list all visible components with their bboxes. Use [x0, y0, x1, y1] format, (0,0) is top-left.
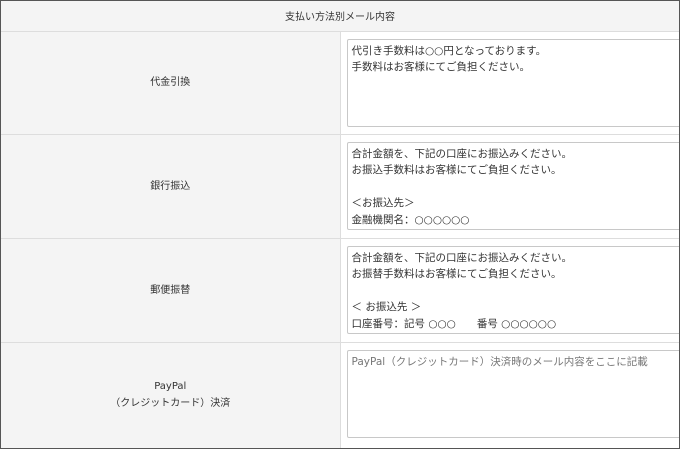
table-row-cash-on-delivery: 代金引換 [1, 31, 679, 135]
row-label-postal-transfer: 郵便振替 [1, 238, 341, 343]
mail-textarea-bank-transfer[interactable] [346, 141, 679, 230]
payment-mail-settings-panel: 支払い方法別メール内容 代金引換 銀行振込 郵便振替 [0, 0, 680, 449]
mail-textarea-cash-on-delivery[interactable] [346, 38, 679, 127]
row-label-paypal-line2: （クレジットカード）決済 [110, 398, 231, 409]
row-cell-paypal [340, 342, 679, 448]
row-cell-bank-transfer [340, 134, 679, 239]
mail-textarea-postal-transfer[interactable] [346, 245, 679, 334]
table-row-bank-transfer: 銀行振込 [1, 134, 679, 239]
payment-mail-table: 支払い方法別メール内容 代金引換 銀行振込 郵便振替 [1, 1, 679, 448]
row-cell-cash-on-delivery [340, 31, 679, 135]
row-cell-postal-transfer [340, 238, 679, 343]
row-label-cash-on-delivery: 代金引換 [1, 31, 341, 135]
table-row-paypal: PayPal （クレジットカード）決済 [1, 342, 679, 448]
row-label-paypal: PayPal （クレジットカード）決済 [1, 342, 341, 448]
table-header-title: 支払い方法別メール内容 [1, 1, 679, 32]
table-row-postal-transfer: 郵便振替 [1, 238, 679, 343]
row-label-paypal-line1: PayPal [154, 381, 187, 392]
row-label-bank-transfer: 銀行振込 [1, 134, 341, 239]
mail-textarea-paypal[interactable] [346, 349, 679, 438]
